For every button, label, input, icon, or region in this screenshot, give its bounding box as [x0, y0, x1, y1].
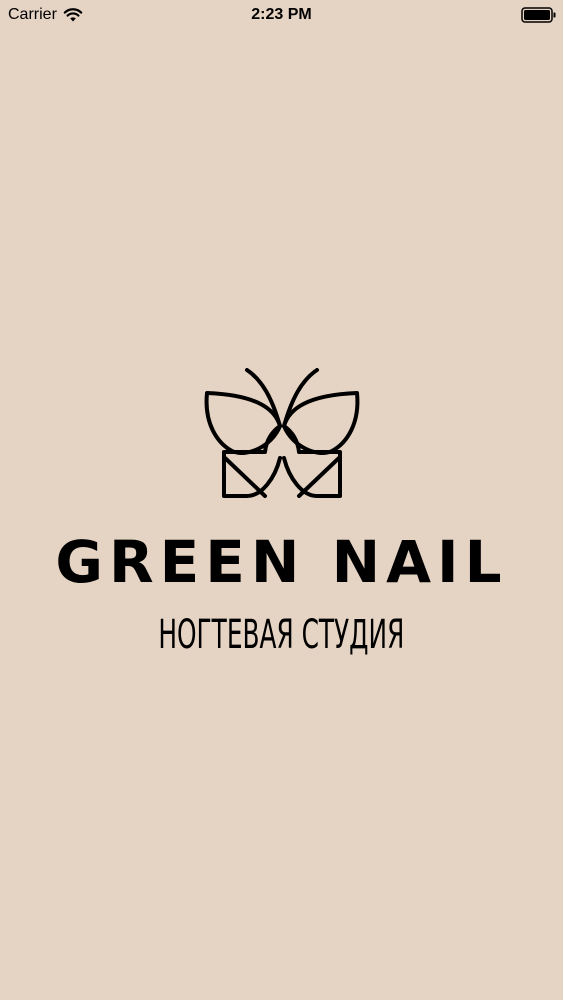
butterfly-icon [204, 368, 360, 498]
brand-name: GREEN NAIL [55, 528, 508, 596]
brand-subtitle-text: НОГТЕВАЯ СТУДИЯ [158, 612, 405, 658]
brand-subtitle: НОГТЕВАЯ СТУДИЯ [0, 604, 563, 666]
splash-logo: GREEN NAIL НОГТЕВАЯ СТУДИЯ [0, 0, 563, 1000]
